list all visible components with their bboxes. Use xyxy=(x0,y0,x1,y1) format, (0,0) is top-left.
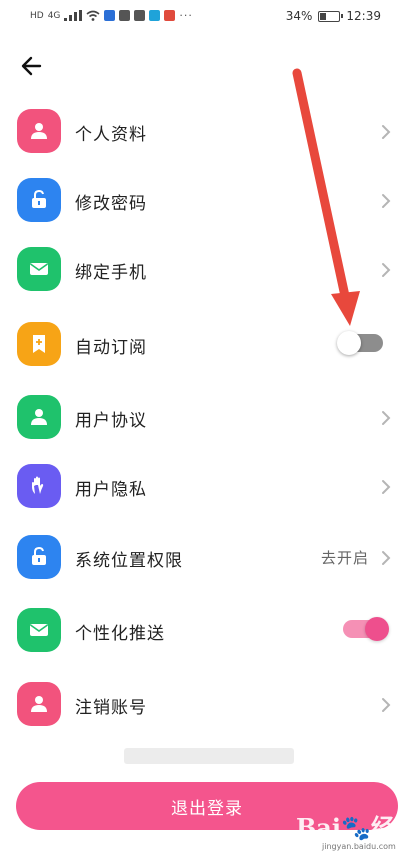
app-notification-icon xyxy=(104,10,116,21)
chevron-right-icon xyxy=(381,410,391,426)
settings-row-change-password[interactable]: 修改密码 xyxy=(0,167,413,236)
hand-icon xyxy=(17,464,61,508)
wifi-icon xyxy=(86,10,100,21)
blurred-text xyxy=(124,748,294,764)
arrow-left-icon xyxy=(21,56,42,76)
status-left: HD 4G ··· xyxy=(30,9,193,22)
battery-percent: 34% xyxy=(285,9,313,23)
lock-icon xyxy=(17,178,61,222)
chevron-right-icon xyxy=(381,479,391,495)
toggle-knob xyxy=(337,331,361,355)
search-app-icon xyxy=(149,10,161,21)
user-icon xyxy=(17,682,61,726)
settings-row-user-agreement[interactable]: 用户协议 xyxy=(0,384,413,453)
more-notifications: ··· xyxy=(179,9,193,22)
status-bar: HD 4G ··· 34% 12:39 xyxy=(0,0,413,34)
toggle-switch[interactable] xyxy=(343,617,389,641)
settings-row-value: 去开启 xyxy=(320,549,369,567)
back-button[interactable] xyxy=(18,52,46,80)
settings-row-label: 个性化推送 xyxy=(75,624,165,644)
status-right: 34% 12:39 xyxy=(286,9,381,23)
bookmark-icon xyxy=(17,322,61,366)
lock-icon xyxy=(17,535,61,579)
chevron-right-icon xyxy=(381,262,391,278)
settings-row-label: 注销账号 xyxy=(75,698,147,718)
settings-row-label: 系统位置权限 xyxy=(75,551,183,571)
watermark-logo: Bai🐾经验 xyxy=(296,813,395,862)
hd-indicator: HD xyxy=(30,10,44,21)
user-icon xyxy=(17,395,61,439)
settings-row-location-permission[interactable]: 系统位置权限 去开启 xyxy=(0,524,413,593)
envelope-icon xyxy=(17,247,61,291)
chevron-right-icon xyxy=(381,193,391,209)
app-icon xyxy=(164,10,176,21)
toggle-knob xyxy=(365,617,389,641)
settings-row-bind-phone[interactable]: 绑定手机 xyxy=(0,236,413,305)
watermark-url: jingyan.baidu.com xyxy=(322,842,396,851)
network-type: 4G xyxy=(47,10,61,21)
toggle-switch[interactable] xyxy=(337,331,383,355)
settings-row-label: 自动订阅 xyxy=(75,338,147,358)
envelope-icon xyxy=(17,608,61,652)
user-icon xyxy=(17,109,61,153)
settings-row-personalized-push[interactable]: 个性化推送 xyxy=(0,597,413,666)
signal-icon xyxy=(64,10,83,21)
settings-row-label: 用户隐私 xyxy=(75,480,147,500)
settings-row-label: 绑定手机 xyxy=(75,263,147,283)
settings-row-delete-account[interactable]: 注销账号 xyxy=(0,671,413,740)
chevron-right-icon xyxy=(381,124,391,140)
battery-icon xyxy=(318,10,344,22)
settings-row-label: 个人资料 xyxy=(75,125,147,145)
settings-row-label: 修改密码 xyxy=(75,194,147,214)
settings-row-profile[interactable]: 个人资料 xyxy=(0,98,413,167)
settings-row-label: 用户协议 xyxy=(75,411,147,431)
settings-row-auto-subscribe[interactable]: 自动订阅 xyxy=(0,311,413,380)
shield-icon xyxy=(119,10,131,21)
baidu-watermark: Bai🐾经验 jingyan.baidu.com xyxy=(296,806,410,862)
chevron-right-icon xyxy=(381,550,391,566)
settings-row-user-privacy[interactable]: 用户隐私 xyxy=(0,453,413,522)
chevron-right-icon xyxy=(381,697,391,713)
mail-icon xyxy=(134,10,146,21)
clock: 12:39 xyxy=(346,9,381,23)
